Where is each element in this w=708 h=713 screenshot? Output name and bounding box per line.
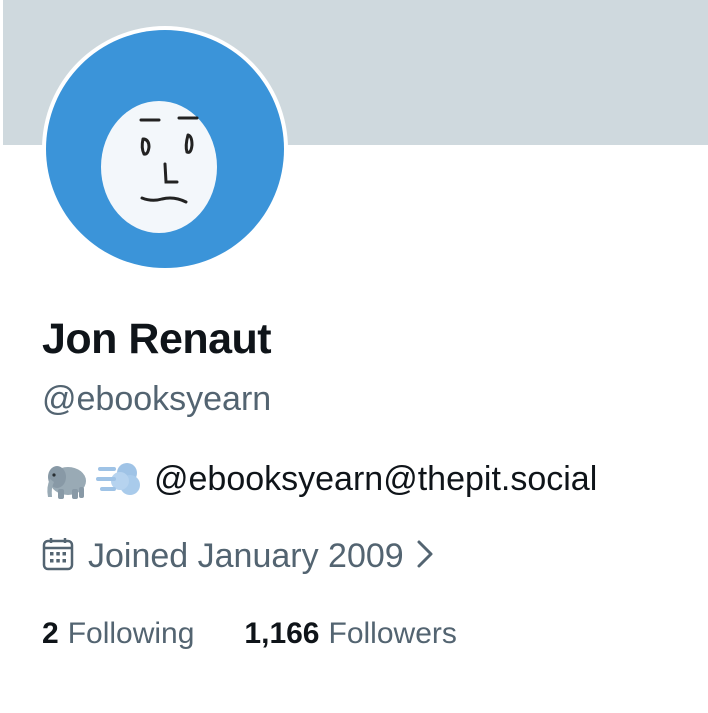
following-link[interactable]: 2 Following — [42, 617, 194, 651]
dashing-away-icon — [94, 455, 142, 503]
following-count: 2 — [42, 617, 59, 650]
elephant-icon — [42, 455, 90, 503]
bio: @ebooksyearn@thepit.social — [42, 455, 597, 503]
avatar-egg-image — [46, 30, 284, 268]
followers-count: 1,166 — [244, 617, 320, 650]
calendar-icon — [42, 537, 74, 576]
followers-label: Followers — [328, 617, 457, 650]
chevron-right-icon — [416, 539, 434, 574]
user-handle: @ebooksyearn — [42, 380, 272, 418]
avatar[interactable] — [42, 26, 288, 272]
followers-link[interactable]: 1,166 Followers — [244, 617, 456, 651]
profile-stats: 2 Following 1,166 Followers — [42, 612, 457, 656]
joined-date[interactable]: Joined January 2009 — [42, 534, 434, 578]
profile-header: Jon Renaut @ebooksyearn @ebooksyearn@the… — [0, 0, 708, 713]
bio-text: @ebooksyearn@thepit.social — [154, 459, 598, 498]
following-label: Following — [67, 617, 195, 650]
display-name: Jon Renaut — [42, 315, 272, 363]
joined-text: Joined January 2009 — [88, 536, 404, 575]
